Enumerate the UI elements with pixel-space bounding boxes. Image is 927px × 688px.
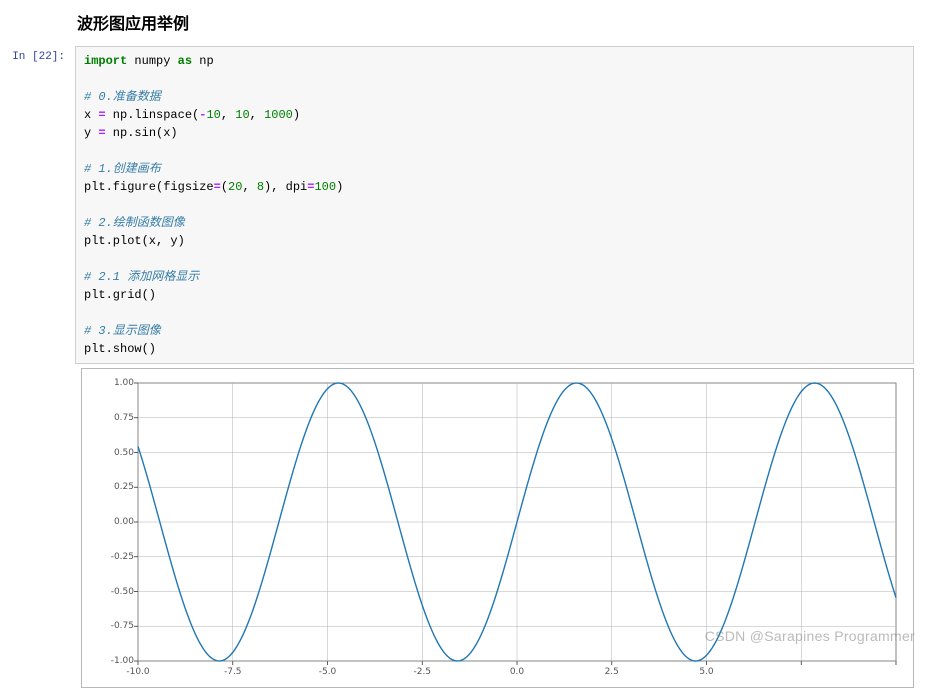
y-tick-label: -0.25: [111, 552, 134, 562]
x-tick-label: 0.0: [510, 667, 524, 677]
y-tick-label: -0.50: [111, 587, 134, 597]
section-title: 波形图应用举例: [77, 10, 922, 34]
y-tick-label: -0.75: [111, 621, 134, 631]
y-tick-label: 0.25: [114, 482, 134, 492]
y-tick-label: 0.00: [114, 517, 134, 527]
x-tick-label: -2.5: [413, 667, 431, 677]
x-tick-label: 5.0: [699, 667, 713, 677]
y-tick-label: 0.75: [114, 413, 134, 423]
x-tick-label: 2.5: [605, 667, 619, 677]
input-prompt: In [22]:: [5, 46, 75, 63]
x-tick-label: -5.0: [319, 667, 337, 677]
y-tick-label: 0.50: [114, 448, 134, 458]
y-tick-label: 1.00: [114, 378, 134, 388]
code-input[interactable]: import numpy as np # 0.准备数据 x = np.linsp…: [75, 46, 914, 364]
y-tick-label: -1.00: [111, 656, 134, 666]
code-cell: In [22]: import numpy as np # 0.准备数据 x =…: [5, 46, 922, 364]
watermark: CSDN @Sarapines Programmer: [705, 628, 915, 644]
x-tick-label: -7.5: [224, 667, 242, 677]
x-tick-label: -10.0: [126, 667, 149, 677]
